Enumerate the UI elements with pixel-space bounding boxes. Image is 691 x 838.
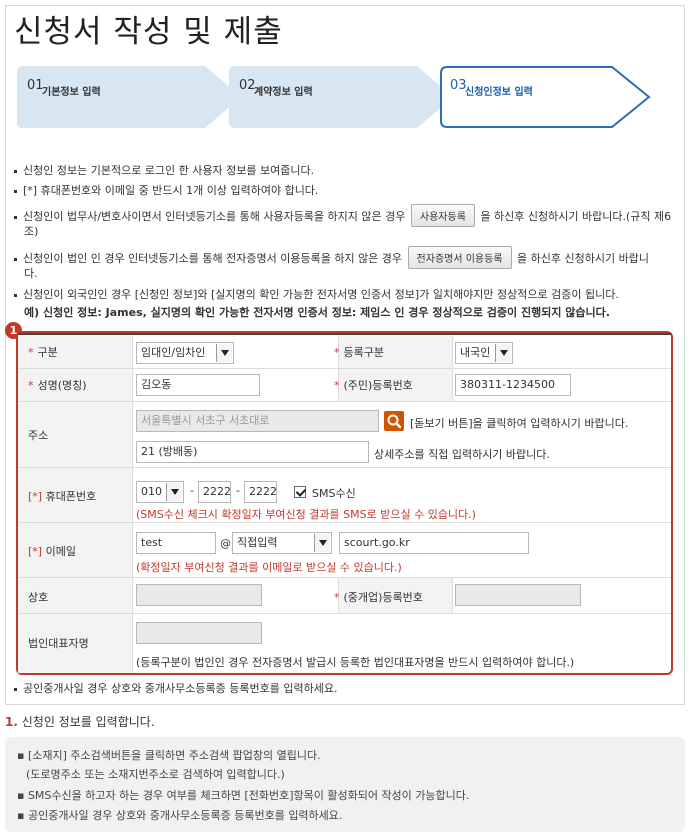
guide-line-4: ▪ 공인중개사일 경우 상호와 중개사무소등록증 등록번호를 입력하세요. — [17, 809, 343, 822]
e-cert-register-button[interactable]: 전자증명서 이용등록 — [407, 246, 512, 269]
guide-title: 1. 신청인 정보를 입력합니다. — [5, 715, 155, 729]
chevron-down-icon — [216, 344, 232, 362]
guide-line-1: ▪ [소재지] 주소검색버튼을 클릭하면 주소검색 팝업창의 열립니다. — [17, 749, 321, 762]
step-1: 01 기본정보 입력 — [17, 66, 242, 128]
chevron-down-icon — [495, 344, 511, 362]
notice-3-wrap: 조) — [24, 225, 39, 238]
guide-line-3: ▪ SMS수신을 하고자 하는 경우 여부를 체크하면 [전화번호]항목이 활성… — [17, 789, 470, 802]
step-2: 02 계약정보 입력 — [229, 66, 454, 128]
representative-note: (등록구분이 법인인 경우 전자증명서 발급시 등록한 법인대표자명을 반드시 … — [136, 656, 575, 669]
address-input[interactable]: 서울특별시 서초구 서초대로 — [136, 410, 379, 432]
email-domain-input[interactable]: scourt.go.kr — [339, 532, 529, 554]
address-detail-input[interactable]: 21 (방배동) — [136, 441, 369, 463]
email-at: @ — [220, 537, 231, 550]
gubun-select[interactable]: 임대인/임차인 — [136, 342, 234, 364]
reg-type-label: * 등록구분 — [334, 346, 384, 359]
broker-number-label: * (중개업)등록번호 — [334, 591, 423, 604]
representative-label: 법인대표자명 — [28, 637, 89, 650]
notice-4: 신청인이 법인 인 경우 인터넷등기소를 통해 전자증명서 이용등록을 하지 않… — [14, 246, 649, 269]
id-number-label: * (주민)등록번호 — [334, 379, 413, 392]
applicant-form: * 구분 임대인/임차인 * 등록구분 내국인 * 성명(명칭) 김오동 * (주민)등… — [16, 331, 673, 675]
email-label: [*] 이메일 — [28, 545, 76, 558]
notice-5: 신청인이 외국인인 경우 [신청인 정보]와 [실지명의 확인 가능한 전자서명… — [14, 286, 619, 302]
phone-last-input[interactable]: 2222 — [244, 481, 277, 503]
phone-prefix-select[interactable]: 010 — [136, 481, 184, 503]
name-label: * 성명(명칭) — [28, 379, 87, 392]
sms-note: (SMS수신 체크시 확정일자 부여신청 결과를 SMS로 받으실 수 있습니다… — [136, 508, 476, 521]
reg-type-select[interactable]: 내국인 — [455, 342, 513, 364]
email-domain-select[interactable]: 직접입력 — [232, 532, 332, 554]
address-detail-hint: 상세주소를 직접 입력하시기 바랍니다. — [374, 448, 550, 461]
representative-input[interactable] — [136, 622, 262, 644]
chevron-down-icon — [166, 483, 182, 501]
gubun-label: * 구분 — [28, 346, 58, 359]
notice-3: 신청인이 법무사/변호사이면서 인터넷등기소를 통해 사용자등록을 하지지 않은… — [14, 204, 671, 227]
address-search-button[interactable] — [384, 411, 404, 431]
address-label: 주소 — [28, 429, 49, 442]
name-input[interactable]: 김오동 — [136, 374, 260, 396]
email-id-input[interactable]: test — [136, 532, 216, 554]
chevron-down-icon — [314, 534, 330, 552]
sms-label: SMS수신 — [312, 487, 356, 500]
address-hint: [돋보기 버튼]을 클릭하여 입력하시기 바랍니다. — [410, 417, 629, 430]
sms-checkbox[interactable] — [294, 486, 306, 498]
guide-box: ▪ [소재지] 주소검색버튼을 클릭하면 주소검색 팝업창의 열립니다. (도로… — [5, 737, 685, 832]
phone-dash-1: - — [190, 484, 194, 497]
step-1-label: 기본정보 입력 — [42, 87, 101, 98]
phone-label: [*] 휴대폰번호 — [28, 490, 97, 503]
id-number-input[interactable]: 380311-1234500 — [455, 374, 571, 396]
phone-dash-2: - — [236, 484, 240, 497]
notice-2: [*] 휴대폰번호와 이메일 중 반드시 1개 이상 입력하여야 합니다. — [14, 182, 318, 198]
search-icon — [387, 414, 402, 429]
notice-4-wrap: 다. — [24, 267, 38, 280]
notice-6: 예) 신청인 정보: James, 실지명의 확인 가능한 전자서명 인증서 정… — [24, 306, 610, 319]
step-2-label: 계약정보 입력 — [254, 87, 313, 98]
company-input[interactable] — [136, 584, 262, 606]
broker-note: 공인중개사일 경우 상호와 중개사무소등록증 등록번호를 입력하세요. — [14, 680, 337, 696]
notice-1: 신청인 정보는 기본적으로 로그인 한 사용자 정보를 보여줍니다. — [14, 162, 314, 178]
phone-middle-input[interactable]: 2222 — [198, 481, 231, 503]
step-3: 03 신청인정보 입력 — [440, 66, 652, 128]
broker-number-input[interactable] — [455, 584, 581, 606]
email-note: (확정일자 부여신청 결과를 이메일로 받으실 수 있습니다.) — [136, 561, 402, 574]
company-label: 상호 — [28, 591, 49, 604]
page-title: 신청서 작성 및 제출 — [14, 14, 283, 50]
guide-line-2: (도로명주소 또는 소재지번주소로 검색하여 입력합니다.) — [26, 768, 285, 781]
user-register-button[interactable]: 사용자등록 — [410, 204, 475, 227]
step-3-label: 신청인정보 입력 — [465, 87, 533, 98]
